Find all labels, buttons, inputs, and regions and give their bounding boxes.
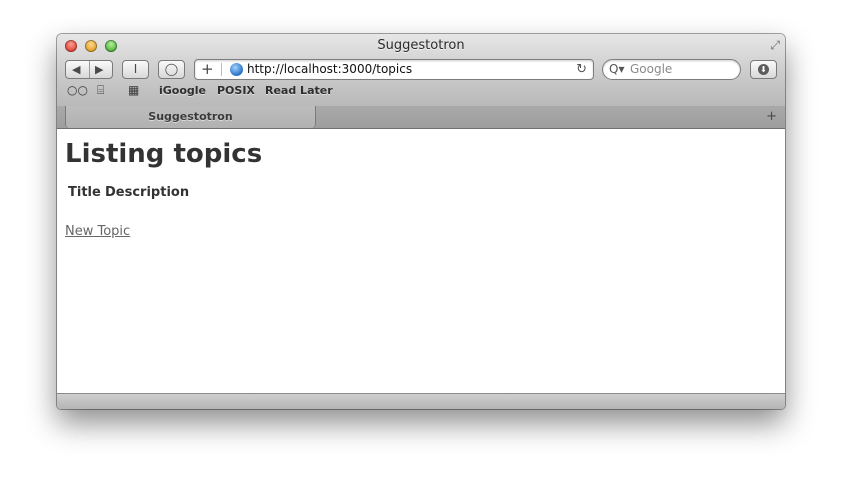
downloads-button[interactable]: ⬇ <box>750 60 777 79</box>
back-forward-divider <box>89 61 90 78</box>
window-title: Suggestotron <box>377 38 465 53</box>
search-placeholder: Google <box>630 62 673 76</box>
search-field[interactable]: Q▾ Google <box>602 59 741 80</box>
forward-icon[interactable]: ▶ <box>95 61 103 78</box>
bookmark-igoogle[interactable]: iGoogle <box>159 84 206 97</box>
page-title: Listing topics <box>65 139 263 169</box>
column-header-title: Title <box>68 185 101 200</box>
tab-suggestotron[interactable]: Suggestotron <box>65 106 316 128</box>
reader-button[interactable]: I <box>122 60 149 79</box>
back-forward-buttons: ◀ ▶ <box>65 60 113 79</box>
page-content: Listing topics Title Description New Top… <box>57 129 785 393</box>
new-topic-link[interactable]: New Topic <box>65 224 130 239</box>
new-tab-icon[interactable]: + <box>766 106 777 127</box>
speech-bubble-button[interactable]: ◯ <box>158 60 185 79</box>
browser-window: Suggestotron ⤢ ◀ ▶ I ◯ + http://localhos… <box>57 34 785 409</box>
bookmarks-book-icon[interactable]: ⌸ <box>97 83 104 98</box>
address-bar-divider <box>221 63 222 76</box>
status-bar <box>57 393 785 409</box>
search-icon[interactable]: Q▾ <box>609 60 624 79</box>
back-icon[interactable]: ◀ <box>72 61 80 78</box>
bookmark-posix[interactable]: POSIX <box>217 84 255 97</box>
bookmark-read-later[interactable]: Read Later <box>265 84 333 97</box>
browser-toolbar: Suggestotron ⤢ ◀ ▶ I ◯ + http://localhos… <box>57 34 785 107</box>
column-header-description: Description <box>105 185 190 200</box>
reload-icon[interactable]: ↻ <box>576 60 587 79</box>
globe-icon <box>230 63 243 76</box>
download-icon: ⬇ <box>758 64 769 75</box>
reading-list-icon[interactable]: ○○ <box>67 83 88 97</box>
address-bar[interactable]: + http://localhost:3000/topics ↻ <box>194 59 594 80</box>
top-sites-grid-icon[interactable]: ▦ <box>128 83 139 97</box>
url-text[interactable]: http://localhost:3000/topics <box>247 60 412 79</box>
fullscreen-icon[interactable]: ⤢ <box>770 38 780 53</box>
add-bookmark-icon[interactable]: + <box>201 60 214 79</box>
tab-bar: Suggestotron + <box>57 106 785 129</box>
